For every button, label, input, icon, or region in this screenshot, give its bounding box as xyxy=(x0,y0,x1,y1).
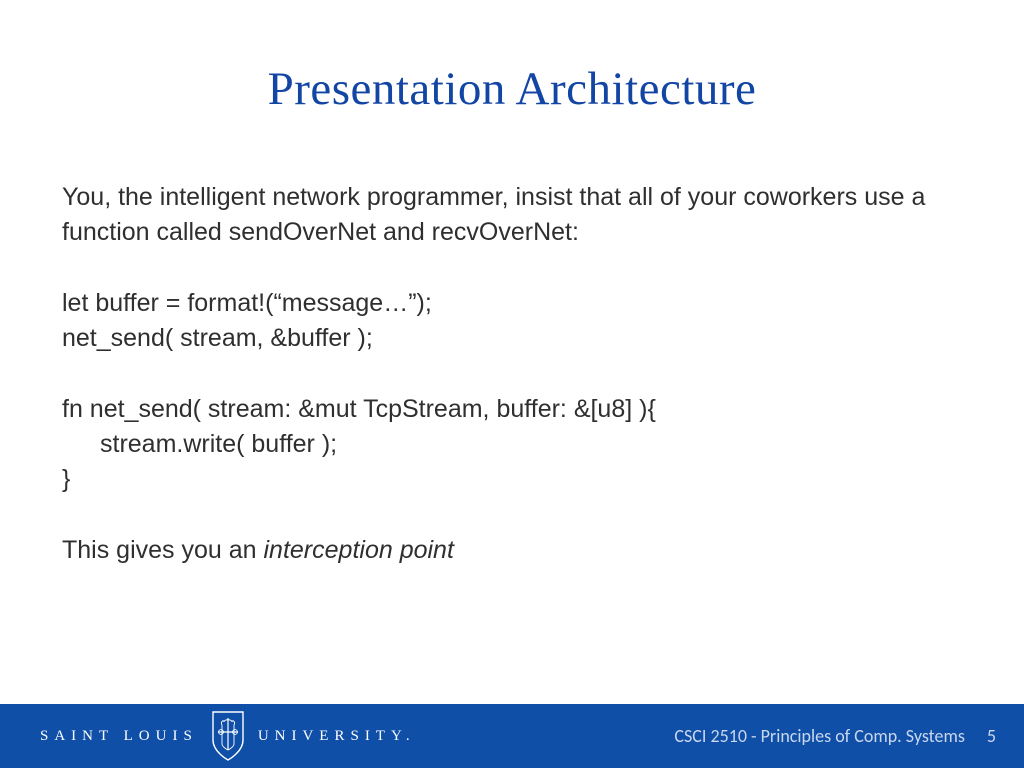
university-logo: SAINT LOUIS UNIVERSITY. xyxy=(0,710,416,762)
footer-meta: CSCI 2510 - Principles of Comp. Systems … xyxy=(674,725,1024,747)
outro-text: This gives you an xyxy=(62,536,264,564)
code-fn-body: stream.write( buffer ); xyxy=(62,427,962,462)
outro-paragraph: This gives you an interception point xyxy=(62,533,962,568)
slide-title: Presentation Architecture xyxy=(0,0,1024,116)
intro-paragraph: You, the intelligent network programmer,… xyxy=(62,180,962,250)
slide-body: You, the intelligent network programmer,… xyxy=(62,180,962,568)
page-number: 5 xyxy=(987,725,996,747)
shield-icon xyxy=(210,710,246,762)
code-line: let buffer = format!(“message…”); xyxy=(62,286,962,321)
course-label: CSCI 2510 - Principles of Comp. Systems xyxy=(674,725,964,747)
org-name-right: UNIVERSITY. xyxy=(258,728,416,745)
org-name-left: SAINT LOUIS xyxy=(40,728,198,745)
outro-emphasis: interception point xyxy=(264,536,454,564)
code-fn-close: } xyxy=(62,462,962,497)
code-line: net_send( stream, &buffer ); xyxy=(62,321,962,356)
slide-footer: SAINT LOUIS UNIVERSITY. CSCI 2510 - Prin… xyxy=(0,704,1024,768)
slide: Presentation Architecture You, the intel… xyxy=(0,0,1024,768)
code-fn-open: fn net_send( stream: &mut TcpStream, buf… xyxy=(62,392,962,427)
